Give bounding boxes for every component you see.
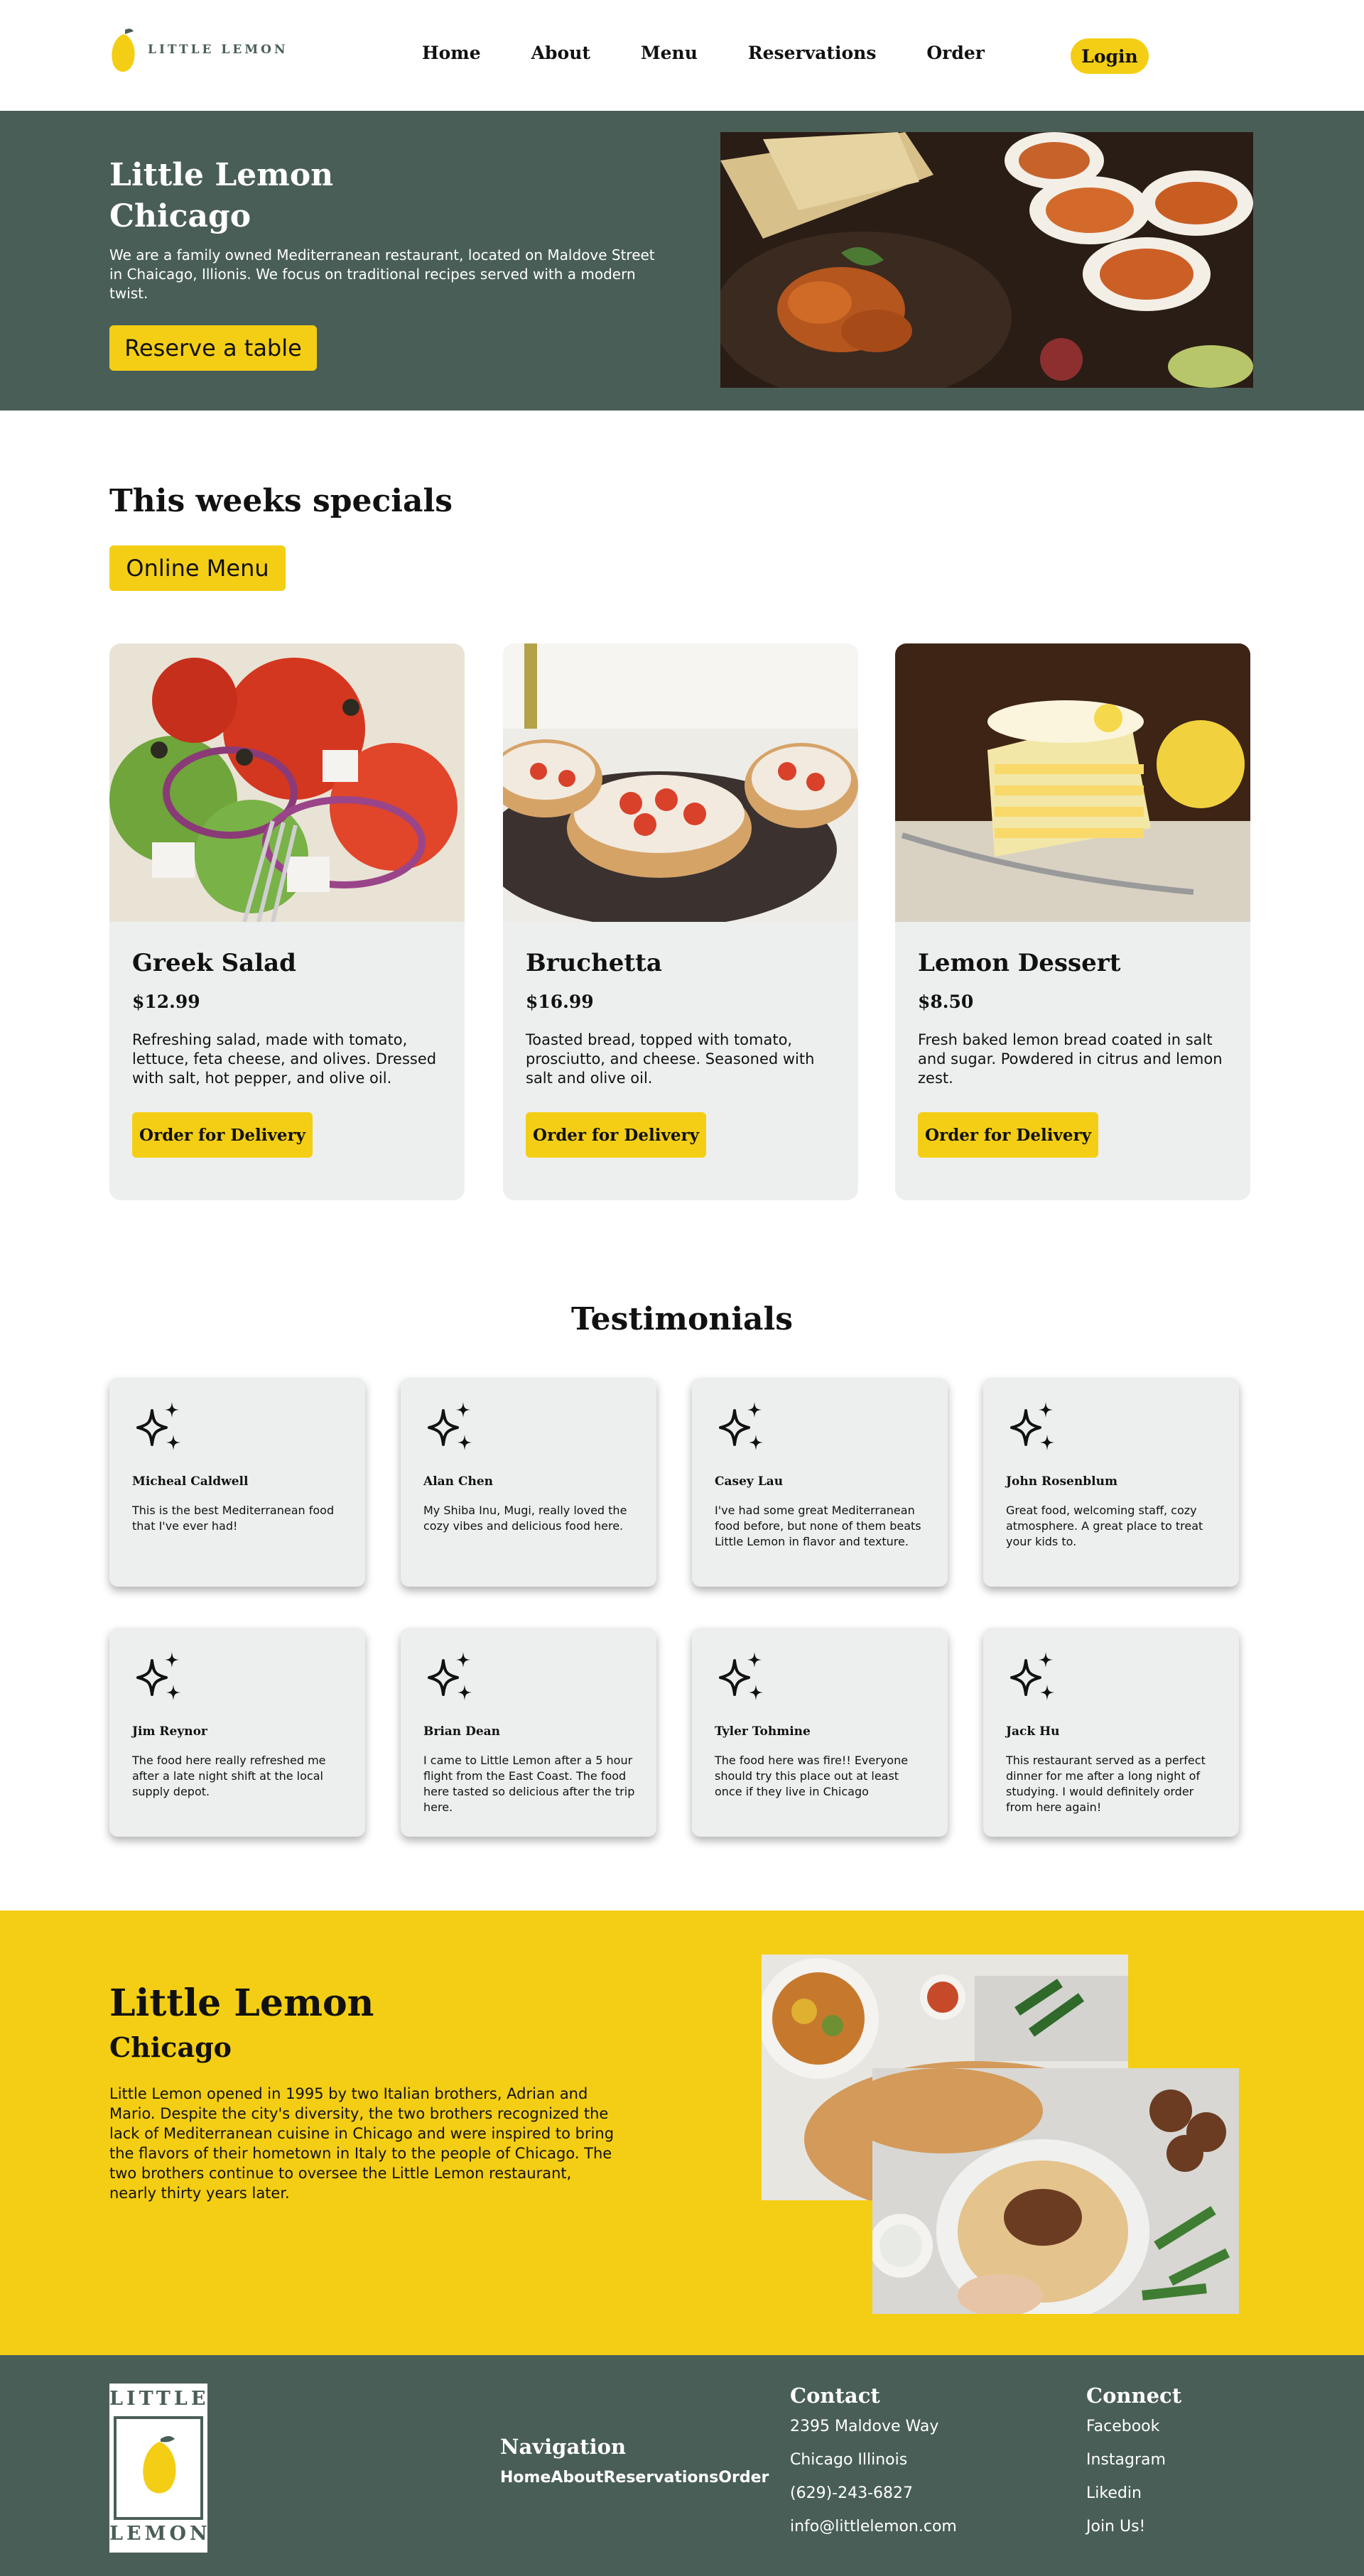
bruchetta-image xyxy=(503,643,858,922)
testimonial-card: Alan Chen My Shiba Inu, Mugi, really love… xyxy=(401,1378,656,1587)
footer-connect-heading: Connect xyxy=(1086,2384,1182,2408)
testimonial-name: John Rosenblum xyxy=(1006,1474,1117,1489)
special-description: Fresh baked lemon bread coated in salt a… xyxy=(918,1031,1223,1087)
testimonial-card: Tyler Tohmine The food here was fire!! Ev… xyxy=(692,1628,948,1837)
nav-home[interactable]: Home xyxy=(422,43,481,63)
special-description: Toasted bread, topped with tomato, prosc… xyxy=(526,1031,815,1087)
testimonial-card: Jim Reynor The food here really refreshed… xyxy=(109,1628,365,1837)
specials-title: This weeks specials xyxy=(109,483,453,519)
testimonial-text: I've had some great Mediterranean food b… xyxy=(715,1504,921,1548)
footer-navigation-links: Home About Reservations Order xyxy=(500,2469,769,2487)
nav-menu[interactable]: Menu xyxy=(641,43,698,63)
testimonial-text: The food here really refreshed me after … xyxy=(132,1754,326,1798)
main-nav: Home About Menu Reservations Order xyxy=(422,43,1035,63)
order-delivery-button[interactable]: Order for Delivery xyxy=(132,1112,313,1158)
testimonial-name: Micheal Caldwell xyxy=(132,1474,249,1489)
site-header: LITTLE LEMON Home About Menu Reservation… xyxy=(0,0,1364,111)
testimonial-text: I came to Little Lemon after a 5 hour fl… xyxy=(423,1754,635,1814)
hero-section: Little Lemon Chicago We are a family own… xyxy=(0,111,1364,411)
lemon-dessert-image xyxy=(895,643,1250,922)
special-card-bruchetta: Bruchetta $16.99 Toasted bread, topped w… xyxy=(503,643,858,1200)
footer-connect-instagram[interactable]: Instagram xyxy=(1086,2451,1166,2469)
special-price: $16.99 xyxy=(526,991,594,1012)
footer-contact-city: Chicago Illinois xyxy=(790,2451,908,2469)
testimonial-name: Brian Dean xyxy=(423,1724,501,1739)
about-text: Little Lemon opened in 1995 by two Itali… xyxy=(109,2085,615,2202)
hero-description: We are a family owned Mediterranean rest… xyxy=(109,246,655,302)
logo-text: LITTLE LEMON xyxy=(148,43,288,57)
footer-logo[interactable]: LITTLE LEMON xyxy=(109,2384,207,2553)
testimonial-text: My Shiba Inu, Mugi, really loved the coz… xyxy=(423,1504,627,1533)
footer-logo-bottom: LEMON xyxy=(109,2523,211,2545)
testimonial-name: Jim Reynor xyxy=(132,1724,207,1739)
testimonial-card: Casey Lau I've had some great Mediterrane… xyxy=(692,1378,948,1587)
footer-contact-address: 2395 Maldove Way xyxy=(790,2418,939,2435)
special-name: Bruchetta xyxy=(526,949,662,977)
sparkle-icon xyxy=(132,1651,186,1705)
nav-reservations[interactable]: Reservations xyxy=(748,43,877,63)
sparkle-icon xyxy=(1006,1651,1060,1705)
order-delivery-button[interactable]: Order for Delivery xyxy=(918,1112,1098,1158)
hero-title-line1: Little Lemon xyxy=(109,157,334,193)
special-price: $8.50 xyxy=(918,991,974,1012)
footer-nav-home[interactable]: Home xyxy=(500,2469,551,2487)
about-food-image-2 xyxy=(872,2068,1239,2314)
special-name: Greek Salad xyxy=(132,949,296,977)
special-card-lemon-dessert: Lemon Dessert $8.50 Fresh baked lemon br… xyxy=(895,643,1250,1200)
site-logo[interactable]: LITTLE LEMON xyxy=(109,26,288,74)
testimonial-text: This restaurant served as a perfect dinn… xyxy=(1006,1754,1206,1814)
footer-nav-about[interactable]: About xyxy=(551,2469,603,2487)
online-menu-button[interactable]: Online Menu xyxy=(109,545,286,591)
special-description: Refreshing salad, made with tomato, lett… xyxy=(132,1031,437,1087)
testimonial-name: Alan Chen xyxy=(423,1474,494,1489)
footer-contact-phone[interactable]: (629)-243-6827 xyxy=(790,2484,913,2502)
sparkle-icon xyxy=(423,1401,477,1455)
testimonial-card: Jack Hu This restaurant served as a perfe… xyxy=(983,1628,1239,1837)
special-name: Lemon Dessert xyxy=(918,949,1121,977)
about-section: Little Lemon Chicago Little Lemon opened… xyxy=(0,1911,1364,2355)
footer-connect-linkedin[interactable]: Likedin xyxy=(1086,2484,1142,2502)
sparkle-icon xyxy=(423,1651,477,1705)
testimonial-card: John Rosenblum Great food, welcoming staf… xyxy=(983,1378,1239,1587)
lemon-icon xyxy=(112,28,135,72)
site-footer: LITTLE LEMON Navigation Home About Reser… xyxy=(0,2355,1364,2576)
special-card-greek-salad: Greek Salad $12.99 Refreshing salad, mad… xyxy=(109,643,465,1200)
hero-title: Little Lemon Chicago xyxy=(109,155,465,237)
testimonial-text: The food here was fire!! Everyone should… xyxy=(715,1754,909,1798)
footer-nav-reservations[interactable]: Reservations xyxy=(603,2469,718,2487)
testimonial-text: This is the best Mediterranean food that… xyxy=(132,1504,335,1533)
testimonial-name: Jack Hu xyxy=(1006,1724,1060,1739)
about-subtitle: Chicago xyxy=(109,2031,232,2063)
nav-about[interactable]: About xyxy=(531,43,590,63)
testimonials-title: Testimonials xyxy=(570,1301,794,1337)
testimonial-text: Great food, welcoming staff, cozy atmosp… xyxy=(1006,1504,1203,1548)
footer-logo-top: LITTLE xyxy=(109,2388,210,2410)
footer-connect-facebook[interactable]: Facebook xyxy=(1086,2418,1159,2435)
hero-food-image xyxy=(720,132,1253,388)
footer-navigation-heading: Navigation xyxy=(500,2435,627,2459)
special-price: $12.99 xyxy=(132,991,200,1012)
testimonial-card: Micheal Caldwell This is the best Mediter… xyxy=(109,1378,365,1587)
order-delivery-button[interactable]: Order for Delivery xyxy=(526,1112,706,1158)
hero-title-line2: Chicago xyxy=(109,198,251,234)
footer-connect-join[interactable]: Join Us! xyxy=(1086,2518,1145,2536)
nav-order[interactable]: Order xyxy=(926,43,985,63)
about-title: Little Lemon xyxy=(109,1982,374,2025)
sparkle-icon xyxy=(715,1401,769,1455)
testimonial-name: Tyler Tohmine xyxy=(715,1724,811,1739)
footer-contact-heading: Contact xyxy=(790,2384,880,2408)
testimonial-card: Brian Dean I came to Little Lemon after a… xyxy=(401,1628,656,1837)
testimonial-name: Casey Lau xyxy=(715,1474,784,1489)
footer-nav-order[interactable]: Order xyxy=(718,2469,769,2487)
reserve-table-button[interactable]: Reserve a table xyxy=(109,325,317,371)
sparkle-icon xyxy=(715,1651,769,1705)
footer-contact-email[interactable]: info@littlelemon.com xyxy=(790,2518,957,2536)
greek-salad-image xyxy=(109,643,465,922)
sparkle-icon xyxy=(1006,1401,1060,1455)
sparkle-icon xyxy=(132,1401,186,1455)
login-button[interactable]: Login xyxy=(1071,38,1149,74)
